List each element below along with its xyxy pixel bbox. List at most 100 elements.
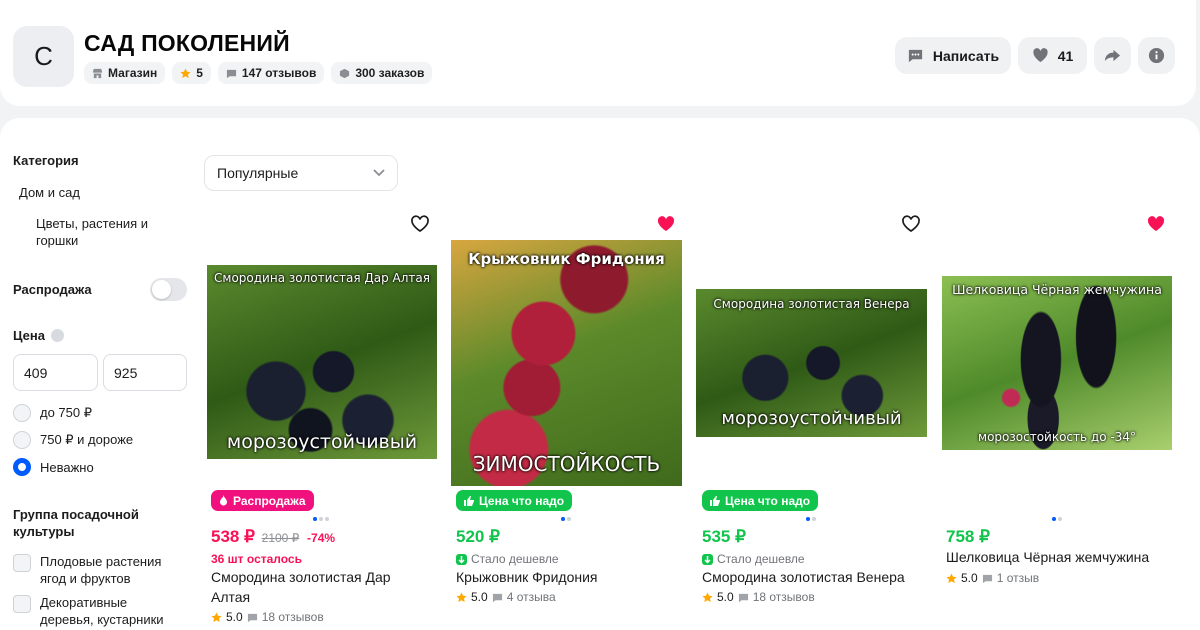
reviews-chip[interactable]: 147 отзывов bbox=[217, 62, 325, 84]
good-price-badge: Цена что надо bbox=[456, 490, 573, 511]
dot bbox=[806, 517, 810, 521]
sale-badge: Распродажа bbox=[211, 490, 314, 511]
product-rating[interactable]: 5.0 18 отзывов bbox=[702, 590, 815, 604]
favorite-outline-icon[interactable] bbox=[901, 214, 921, 234]
orders-chip[interactable]: 300 заказов bbox=[331, 62, 433, 84]
category-title: Категория bbox=[13, 153, 79, 168]
star-icon bbox=[180, 67, 191, 78]
write-button[interactable]: Написать bbox=[895, 37, 1011, 74]
radio-selected-icon bbox=[13, 458, 31, 476]
category-parent[interactable]: Дом и сад bbox=[19, 184, 80, 201]
image-caption-bottom: ЗИМОСТОЙКОСТЬ bbox=[472, 452, 661, 476]
group-decorative-checkbox[interactable]: Декоративные деревья, кустарники bbox=[13, 594, 164, 628]
star-icon bbox=[702, 591, 713, 602]
product-image[interactable]: Смородина золотистая Венера морозоустойч… bbox=[696, 289, 927, 437]
price-option-any[interactable]: Неважно bbox=[13, 458, 94, 476]
product-price: 520 ₽ bbox=[456, 527, 500, 546]
product-image[interactable]: Смородина золотистая Дар Алтая морозоуст… bbox=[207, 265, 437, 459]
product-rating[interactable]: 5.0 18 отзывов bbox=[211, 610, 324, 624]
product-name[interactable]: Крыжовник Фридония bbox=[456, 567, 598, 587]
group-label: Декоративные деревья, кустарники bbox=[40, 594, 164, 628]
catalog-area: Категория Дом и сад Цветы, растения и го… bbox=[0, 118, 1200, 630]
product-image[interactable]: Шелковица Чёрная жемчужина морозостойкос… bbox=[942, 276, 1172, 450]
product-image[interactable]: Крыжовник Фридония ЗИМОСТОЙКОСТЬ bbox=[451, 240, 682, 486]
info-button[interactable] bbox=[1138, 37, 1175, 74]
dot bbox=[313, 517, 317, 521]
shop-header: С САД ПОКОЛЕНИЙ Магазин 5 147 отзывов 30… bbox=[0, 0, 1196, 106]
shop-type-chip[interactable]: Магазин bbox=[84, 62, 166, 84]
rating-value: 5.0 bbox=[471, 590, 488, 604]
dot bbox=[561, 517, 565, 521]
favorite-outline-icon[interactable] bbox=[410, 214, 430, 234]
heart-icon bbox=[1033, 48, 1048, 63]
product-price: 538 ₽ bbox=[211, 527, 255, 546]
radio-icon bbox=[13, 431, 31, 449]
shop-name[interactable]: САД ПОКОЛЕНИЙ bbox=[84, 30, 290, 57]
radio-icon bbox=[13, 404, 31, 422]
price-option-under-750[interactable]: до 750 ₽ bbox=[13, 404, 92, 422]
favorite-filled-icon[interactable] bbox=[656, 214, 676, 234]
price-max-input[interactable] bbox=[103, 354, 187, 391]
product-price: 758 ₽ bbox=[946, 527, 990, 546]
group-label-line1: Плодовые растения bbox=[40, 554, 162, 569]
chat-icon bbox=[247, 613, 257, 622]
message-icon bbox=[908, 49, 923, 63]
price-info-icon[interactable] bbox=[50, 329, 64, 342]
price-option-label: до 750 ₽ bbox=[40, 405, 92, 420]
favorite-filled-icon[interactable] bbox=[1146, 214, 1166, 234]
reviews-label: 147 отзывов bbox=[241, 66, 317, 80]
share-button[interactable] bbox=[1094, 37, 1131, 74]
star-icon bbox=[211, 611, 222, 622]
old-price: 2100 ₽ bbox=[261, 531, 300, 545]
group-fruit-checkbox[interactable]: Плодовые растения ягод и фруктов bbox=[13, 553, 161, 587]
group-label: Плодовые растения ягод и фруктов bbox=[40, 553, 161, 587]
store-icon bbox=[92, 68, 103, 78]
discount: -74% bbox=[307, 531, 336, 545]
group-label-line2: ягод и фруктов bbox=[40, 571, 131, 586]
price-option-over-750[interactable]: 750 ₽ и дороже bbox=[13, 431, 133, 449]
product-name[interactable]: Смородина золотистая Дар Алтая bbox=[211, 567, 391, 607]
price-min-input[interactable] bbox=[13, 354, 98, 391]
image-caption-top: Крыжовник Фридония bbox=[468, 250, 665, 268]
sort-select[interactable]: Популярные bbox=[204, 155, 398, 191]
image-dots bbox=[806, 517, 816, 521]
dot bbox=[1052, 517, 1056, 521]
product-name-line2: Алтая bbox=[211, 589, 251, 605]
group-title: Группа посадочной культуры bbox=[13, 506, 139, 540]
shop-avatar[interactable]: С bbox=[13, 26, 74, 87]
stock-left: 36 шт осталось bbox=[211, 552, 302, 566]
reviews-count: 18 отзывов bbox=[752, 590, 815, 604]
subscribe-button[interactable]: 41 bbox=[1018, 37, 1087, 74]
rating-chip[interactable]: 5 bbox=[172, 62, 211, 84]
product-name-line1: Смородина золотистая Дар bbox=[211, 569, 391, 585]
orders-label: 300 заказов bbox=[355, 66, 425, 80]
category-child-line2: горшки bbox=[36, 233, 79, 248]
price-title: Цена bbox=[13, 328, 45, 343]
image-caption-bottom: морозоустойчивый bbox=[721, 408, 902, 429]
rating-value: 5.0 bbox=[226, 610, 243, 624]
image-dots bbox=[313, 517, 329, 521]
dot bbox=[567, 517, 571, 521]
thumbs-up-icon bbox=[464, 495, 474, 506]
shop-type-label: Магазин bbox=[108, 66, 158, 80]
reviews-count: 1 отзыв bbox=[996, 571, 1040, 585]
product-price-row: 538 ₽ 2100 ₽ -74% bbox=[211, 527, 335, 547]
checkbox-icon bbox=[13, 554, 31, 572]
group-title-line2: культуры bbox=[13, 524, 75, 539]
product-name[interactable]: Шелковица Чёрная жемчужина bbox=[946, 547, 1149, 567]
product-rating[interactable]: 5.0 4 отзыва bbox=[456, 590, 556, 604]
product-name[interactable]: Смородина золотистая Венера bbox=[702, 567, 905, 587]
category-child[interactable]: Цветы, растения и горшки bbox=[36, 215, 148, 249]
image-dots bbox=[1052, 517, 1062, 521]
chevron-down-icon bbox=[373, 169, 385, 177]
badge-label: Распродажа bbox=[233, 493, 306, 508]
checkbox-icon bbox=[13, 595, 31, 613]
dot bbox=[812, 517, 816, 521]
image-dots bbox=[561, 517, 571, 521]
image-caption-top: Смородина золотистая Дар Алтая bbox=[214, 271, 430, 285]
group-title-line1: Группа посадочной bbox=[13, 507, 139, 522]
product-rating[interactable]: 5.0 1 отзыв bbox=[946, 571, 1039, 585]
price-option-label: Неважно bbox=[40, 459, 94, 475]
sale-toggle[interactable] bbox=[150, 278, 187, 301]
dot bbox=[319, 517, 323, 521]
